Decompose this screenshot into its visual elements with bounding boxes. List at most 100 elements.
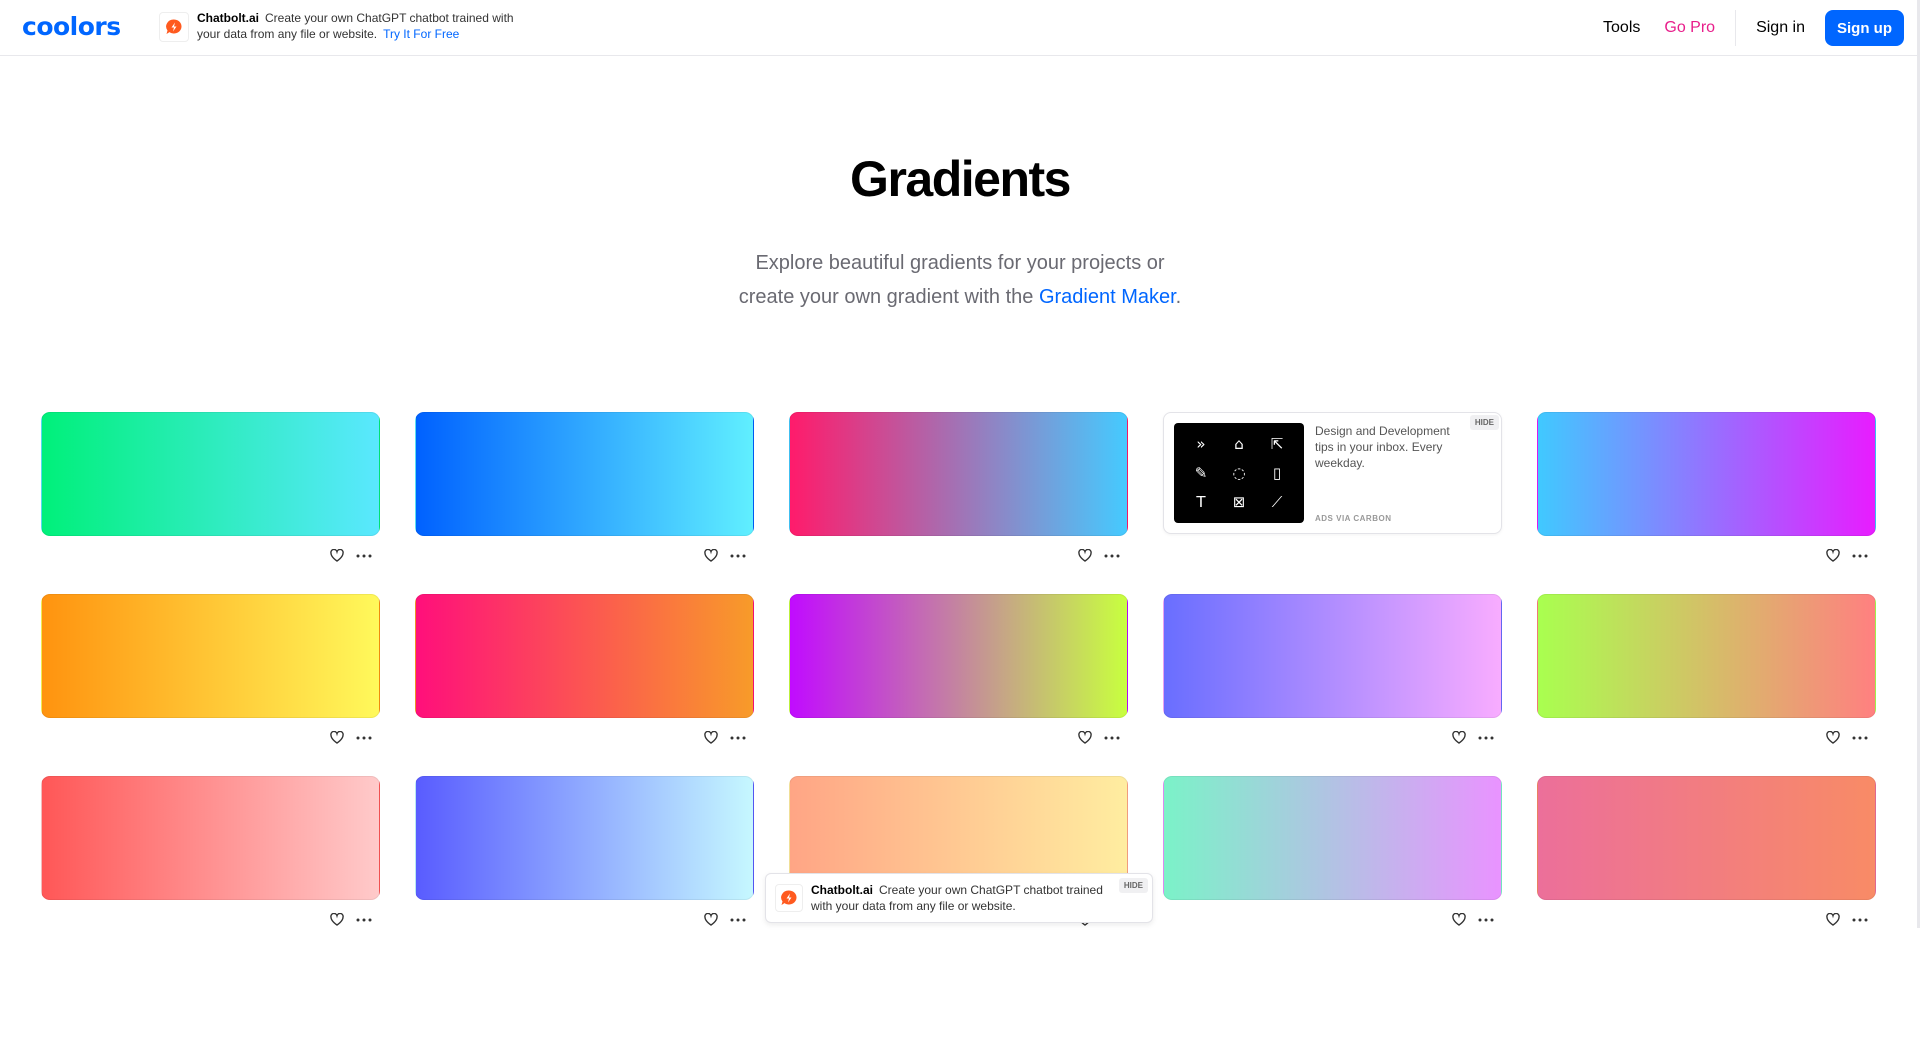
gradient-maker-link[interactable]: Gradient Maker [1039,286,1176,308]
heart-icon[interactable] [1078,731,1092,744]
gradient-card[interactable] [1537,412,1876,562]
gradient-swatch[interactable] [41,412,380,536]
file-add-icon: ▯ [1272,463,1282,482]
more-dots-icon[interactable] [730,918,746,922]
heart-icon[interactable] [330,913,344,926]
more-dots-icon[interactable] [356,554,372,558]
more-dots-icon[interactable] [356,736,372,740]
gradient-actions [1826,913,1868,926]
nav-go-pro[interactable]: Go Pro [1664,19,1715,37]
carbon-ad-card[interactable]: » ⌂ ⇱ ✎ ◌ ▯ T ⊠ ⟋ Design and Development tips in … [1163,412,1502,542]
heart-icon[interactable] [704,549,718,562]
pen-nib-icon: ⟋ [1271,493,1283,512]
carbon-ad[interactable]: » ⌂ ⇱ ✎ ◌ ▯ T ⊠ ⟋ Design and Development tips in … [1163,412,1502,534]
subtitle-line-2-prefix: create your own gradient with the [738,286,1034,308]
carbon-ad-image: » ⌂ ⇱ ✎ ◌ ▯ T ⊠ ⟋ [1174,423,1304,523]
image-frame-icon: ⊠ [1232,493,1246,512]
gradient-swatch[interactable] [1163,776,1502,900]
subtitle-line-2-suffix: . [1175,286,1182,308]
chatbolt-logo-icon [159,12,189,42]
gradient-swatch[interactable] [41,594,380,718]
sign-up-button[interactable]: Sign up [1825,10,1904,46]
heart-icon[interactable] [704,731,718,744]
heart-icon[interactable] [330,731,344,744]
heart-icon[interactable] [1452,913,1466,926]
header-ad-text: Chatbolt.ai Create your own ChatGPT chatb… [197,10,537,42]
more-dots-icon[interactable] [356,918,372,922]
top-header: coolors Chatbolt.ai Create your own ChatG… [0,0,1920,56]
lasso-icon: ◌ [1232,463,1246,482]
gradient-swatch[interactable] [415,412,754,536]
more-dots-icon[interactable] [1852,918,1868,922]
subtitle-line-2: create your own gradient with the Gradie… [0,280,1920,314]
gradient-card[interactable] [1163,594,1502,744]
nav-tools[interactable]: Tools [1603,19,1640,37]
gradient-actions [330,731,372,744]
gradient-actions [1826,549,1868,562]
main-nav: Tools Go Pro Sign in Sign up [1603,0,1920,56]
gradient-swatch[interactable] [789,412,1128,536]
gradient-swatch[interactable] [415,776,754,900]
sign-in-link[interactable]: Sign in [1756,19,1805,37]
gradient-card[interactable] [415,594,754,744]
ad-cta-link[interactable]: Try It For Free [383,27,459,41]
coolors-logo[interactable]: coolors [22,12,121,41]
more-dots-icon[interactable] [1852,554,1868,558]
more-dots-icon[interactable] [1478,918,1494,922]
float-ad-hide-button[interactable]: HIDE [1118,878,1148,893]
gradient-card[interactable] [415,776,754,926]
heart-icon[interactable] [1826,913,1840,926]
heart-icon[interactable] [1078,549,1092,562]
gradient-actions [1078,731,1120,744]
gradient-card[interactable] [1537,594,1876,744]
gradient-card[interactable] [789,412,1128,562]
heart-icon[interactable] [330,549,344,562]
pen-icon: ✎ [1194,463,1208,482]
gradient-card[interactable] [1163,776,1502,926]
gradient-actions [704,913,746,926]
gradient-swatch[interactable] [1537,594,1876,718]
header-ad[interactable]: Chatbolt.ai Create your own ChatGPT chatb… [159,10,537,42]
home-icon: ⌂ [1234,434,1244,453]
gradient-actions [1452,913,1494,926]
nav-divider [1735,10,1737,46]
heart-icon[interactable] [1826,549,1840,562]
heart-icon[interactable] [704,913,718,926]
heart-icon[interactable] [1452,731,1466,744]
carbon-ad-hide-button[interactable]: HIDE [1469,415,1499,430]
subtitle-line-1: Explore beautiful gradients for your pro… [755,252,1165,274]
more-dots-icon[interactable] [1478,736,1494,740]
gradient-actions [330,913,372,926]
gradient-swatch[interactable] [789,594,1128,718]
heart-icon[interactable] [1826,731,1840,744]
gradient-card[interactable] [41,776,380,926]
more-dots-icon[interactable] [730,736,746,740]
floating-ad[interactable]: Chatbolt.ai Create your own ChatGPT chatb… [765,873,1153,923]
gradient-swatch[interactable] [1537,776,1876,900]
more-dots-icon[interactable] [730,554,746,558]
gradient-actions [1826,731,1868,744]
carbon-ad-text: Design and Development tips in your inbo… [1315,424,1450,470]
gradient-card[interactable] [415,412,754,562]
gradient-swatch[interactable] [415,594,754,718]
more-dots-icon[interactable] [1104,554,1120,558]
gradient-card[interactable] [41,412,380,562]
gradient-actions [704,549,746,562]
gradient-card[interactable] [789,594,1128,744]
gradient-actions [330,549,372,562]
floating-ad-text: Chatbolt.ai Create your own ChatGPT chatb… [811,882,1111,914]
gradient-actions [704,731,746,744]
gradient-card[interactable] [1537,776,1876,926]
carbon-ad-via[interactable]: ADS VIA CARBON [1315,514,1391,523]
more-dots-icon[interactable] [1104,736,1120,740]
gradient-card[interactable] [41,594,380,744]
gradient-grid: » ⌂ ⇱ ✎ ◌ ▯ T ⊠ ⟋ Design and Development tips in … [41,412,1876,926]
gradient-actions [1078,549,1120,562]
ad-brand: Chatbolt.ai [197,11,259,25]
gradient-swatch[interactable] [1537,412,1876,536]
more-dots-icon[interactable] [1852,736,1868,740]
gradient-swatch[interactable] [41,776,380,900]
gradient-swatch[interactable] [1163,594,1502,718]
text-icon: T [1196,493,1206,512]
pointer-add-icon: ⇱ [1270,434,1284,453]
